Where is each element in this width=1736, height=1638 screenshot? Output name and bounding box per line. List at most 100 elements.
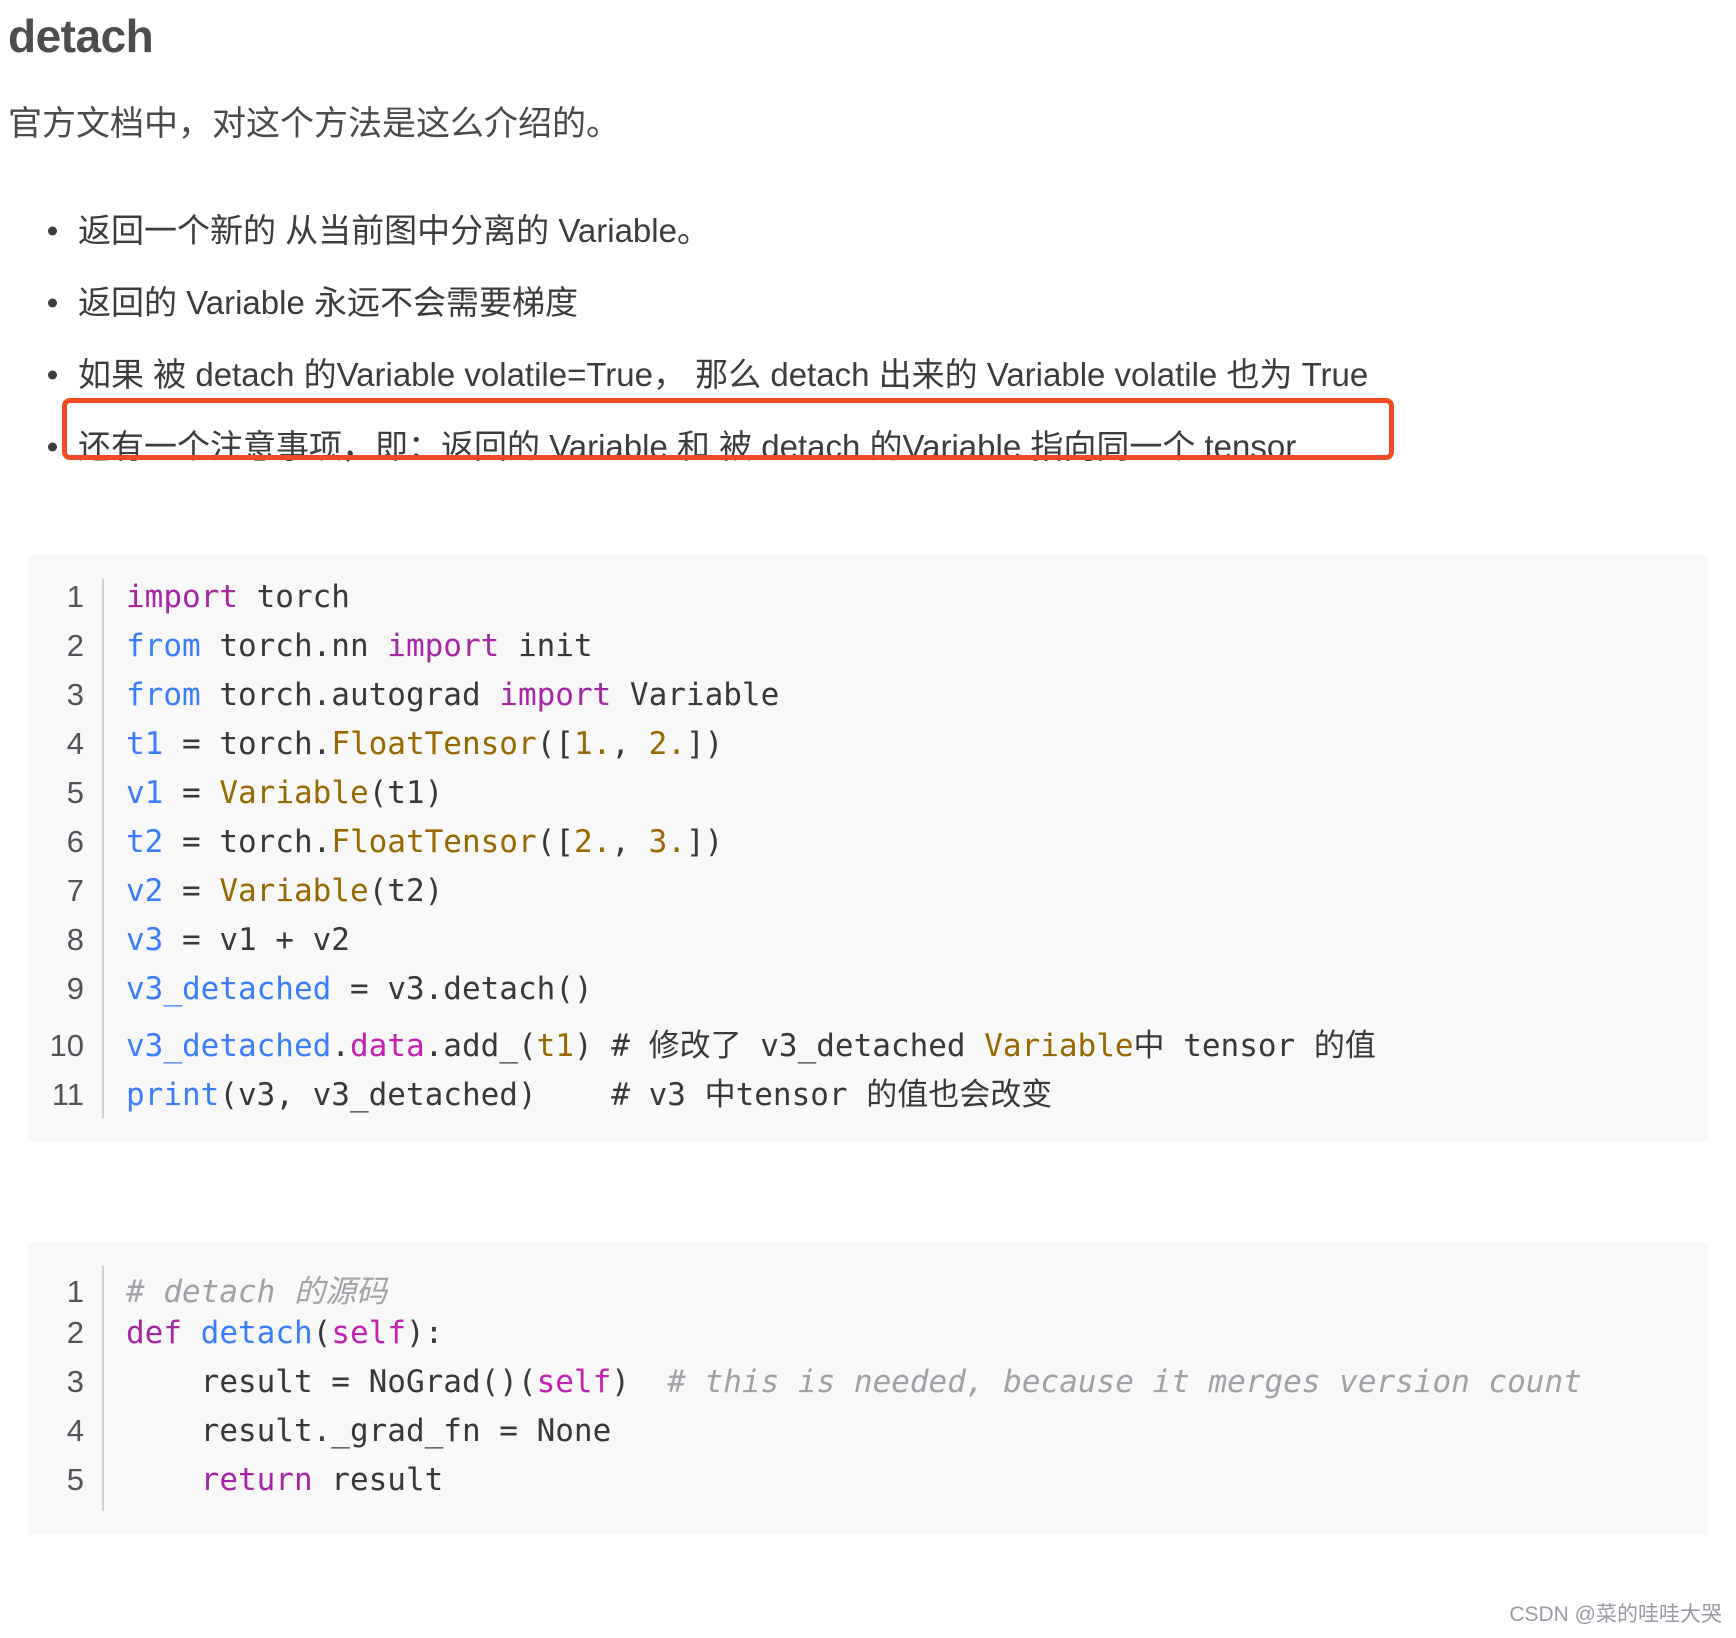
list-item: 返回的 Variable 永远不会需要梯度 <box>0 267 1736 339</box>
code-token: = torch. <box>163 824 332 861</box>
code-token: init <box>499 628 593 665</box>
bullet-dot-icon <box>48 298 57 308</box>
code-token: # this is needed, because it merges vers… <box>629 1364 1582 1401</box>
code-text: def detach(self): <box>126 1315 443 1351</box>
code-text: v1 = Variable(t1) <box>126 775 443 811</box>
code-block-source: 1 # detach 的源码 2 def detach(self): 3 result … <box>28 1242 1708 1536</box>
code-line: 5 v1 = Variable(t1) <box>28 775 1708 825</box>
line-number: 1 <box>66 579 84 615</box>
code-token: 1. <box>573 726 612 763</box>
code-line: 11 print(v3, v3_detached) # v3 中tensor 的值… <box>28 1069 1708 1119</box>
code-token: Variable <box>984 1028 1134 1065</box>
line-number: 2 <box>66 1315 84 1351</box>
code-token: v3_detached <box>126 1028 332 1065</box>
code-line: 2 def detach(self): <box>28 1315 1708 1365</box>
code-text: result = NoGrad()(self) # this is needed… <box>126 1364 1582 1400</box>
code-token: self <box>331 1315 406 1352</box>
code-token: import <box>126 579 238 616</box>
gutter-divider <box>102 1462 104 1512</box>
code-token: from <box>126 628 201 665</box>
code-token: = torch. <box>163 726 332 763</box>
code-text: t1 = torch.FloatTensor([1., 2.]) <box>126 726 723 762</box>
code-token: ) <box>611 1364 630 1401</box>
code-token: Variable <box>219 775 369 812</box>
code-line: 4 t1 = torch.FloatTensor([1., 2.]) <box>28 726 1708 776</box>
code-token: t1 <box>536 1028 574 1065</box>
code-block-example: 1 import torch 2 from torch.nn import init 3… <box>28 555 1708 1143</box>
line-number: 3 <box>66 1364 84 1400</box>
code-line: 8 v3 = v1 + v2 <box>28 922 1708 972</box>
code-token: (t1) <box>368 775 444 812</box>
code-token: v3 <box>126 922 164 959</box>
code-line: 1 # detach 的源码 <box>28 1266 1708 1316</box>
code-line: 7 v2 = Variable(t2) <box>28 873 1708 923</box>
gutter-divider <box>102 922 104 972</box>
code-token: ) # 修改了 v3_detached <box>573 1028 985 1065</box>
code-text: result._grad_fn = None <box>126 1413 612 1450</box>
code-line: 6 t2 = torch.FloatTensor([2., 3.]) <box>28 824 1708 874</box>
code-text: return result <box>126 1462 444 1499</box>
code-line: 3 result = NoGrad()(self) # this is need… <box>28 1364 1708 1414</box>
line-number: 4 <box>66 726 84 762</box>
line-number: 3 <box>66 677 84 713</box>
gutter-divider <box>102 1364 104 1414</box>
line-number: 6 <box>66 824 84 860</box>
code-line: 4 result._grad_fn = None <box>28 1413 1708 1463</box>
code-token: .add_( <box>424 1028 537 1065</box>
gutter-divider <box>102 1266 104 1316</box>
list-item-label: 返回一个新的 从当前图中分离的 Variable。 <box>78 211 710 249</box>
code-token: import <box>499 677 612 714</box>
code-line: 9 v3_detached = v3.detach() <box>28 971 1708 1021</box>
code-token: data <box>349 1028 425 1065</box>
code-token: ]) <box>685 726 724 763</box>
code-token: torch.nn <box>200 628 388 665</box>
code-token: .detach() <box>424 971 593 1008</box>
code-token: , <box>611 726 649 763</box>
intro-paragraph: 官方文档中，对这个方法是这么介绍的。 <box>8 104 620 143</box>
list-item-label: 还有一个注意事项，即：返回的 Variable 和 被 detach 的Vari… <box>78 427 1297 465</box>
code-token: (v3, v3_detached) # v3 中tensor 的值也会改变 <box>219 1077 1053 1114</box>
code-token: = <box>163 775 220 812</box>
code-token: v2 <box>126 873 164 910</box>
code-token: # detach 的源码 <box>126 1274 387 1311</box>
code-token: ([ <box>536 824 574 861</box>
code-token: = <box>163 873 220 910</box>
code-text: from torch.autograd import Variable <box>126 677 779 713</box>
code-line: 3 from torch.autograd import Variable <box>28 677 1708 727</box>
gutter-divider <box>102 1069 104 1119</box>
gutter-divider <box>102 824 104 874</box>
code-text: import torch <box>126 579 350 615</box>
code-token: result = NoGrad()( <box>126 1364 537 1401</box>
list-item-label: 返回的 Variable 永远不会需要梯度 <box>78 283 578 321</box>
line-number: 8 <box>66 922 84 958</box>
gutter-divider <box>102 579 104 629</box>
code-token: from <box>126 677 201 714</box>
code-token: result._grad_fn = None <box>126 1413 612 1450</box>
code-token: v3 <box>387 971 425 1008</box>
code-line: 5 return result <box>28 1462 1708 1512</box>
feature-bullet-list: 返回一个新的 从当前图中分离的 Variable。 返回的 Variable 永… <box>0 195 1736 483</box>
code-token: , <box>611 824 649 861</box>
code-token: FloatTensor <box>331 824 537 861</box>
code-token: torch.autograd <box>200 677 500 714</box>
bullet-dot-icon <box>48 370 57 380</box>
bullet-dot-icon <box>48 226 57 236</box>
code-token: ): <box>405 1315 444 1352</box>
gutter-divider <box>102 726 104 776</box>
list-item-label: 如果 被 detach 的Variable volatile=True， 那么 … <box>78 355 1369 393</box>
code-token: result <box>312 1462 444 1499</box>
code-token: = <box>331 971 388 1008</box>
line-number: 7 <box>66 873 84 909</box>
gutter-divider <box>102 677 104 727</box>
line-number: 5 <box>66 775 84 811</box>
code-text: v3 = v1 + v2 <box>126 922 350 958</box>
watermark: CSDN @菜的哇哇大哭 <box>1509 1603 1722 1626</box>
line-number: 4 <box>66 1413 84 1449</box>
line-number: 10 <box>49 1028 84 1064</box>
code-token: 中 tensor 的值 <box>1133 1028 1376 1065</box>
code-token: = v1 + v2 <box>163 922 350 959</box>
code-token: v3_detached <box>126 971 332 1008</box>
code-token: return <box>200 1462 313 1499</box>
line-number: 11 <box>51 1077 84 1113</box>
